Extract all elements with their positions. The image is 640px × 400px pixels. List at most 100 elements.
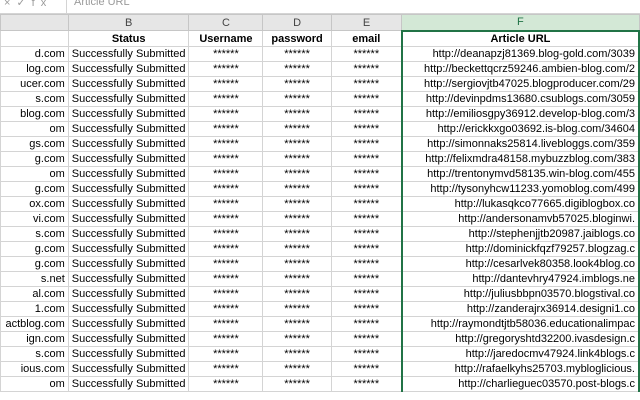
cell-site[interactable]: g.com [0,241,69,257]
cell-site[interactable]: ious.com [0,361,69,377]
cell-status[interactable]: Successfully Submitted [67,181,190,197]
cell-status[interactable]: Successfully Submitted [67,46,190,62]
cell-email[interactable]: ****** [330,196,403,212]
cell-username[interactable]: ****** [188,46,264,62]
header-cell-password[interactable]: password [262,30,332,47]
cell-username[interactable]: ****** [188,256,264,272]
cell-status[interactable]: Successfully Submitted [67,136,190,152]
cell-status[interactable]: Successfully Submitted [67,331,190,347]
cell-username[interactable]: ****** [188,346,264,362]
cell-article-url[interactable]: http://beckettqcrz59246.ambien-blog.com/… [400,61,640,77]
cell-article-url[interactable]: http://juliusbbpn03570.blogstival.co [400,286,640,302]
cell-email[interactable]: ****** [330,376,403,392]
cell-password[interactable]: ****** [262,286,332,302]
cell-article-url[interactable]: http://deanapzj81369.blog-gold.com/3039 [400,46,640,62]
cell-article-url[interactable]: http://jaredocmv47924.link4blogs.c [400,346,640,362]
cell-password[interactable]: ****** [262,331,332,347]
column-header-b[interactable]: B [67,14,190,31]
cell-site[interactable]: g.com [0,151,69,167]
confirm-icon[interactable]: ✓ [16,0,31,9]
cell-email[interactable]: ****** [330,286,403,302]
column-header-a[interactable] [0,14,69,31]
cell-site[interactable]: s.com [0,346,69,362]
cell-password[interactable]: ****** [262,301,332,317]
cell-password[interactable]: ****** [262,151,332,167]
cell-password[interactable]: ****** [262,256,332,272]
cell-status[interactable]: Successfully Submitted [67,121,190,137]
cell-status[interactable]: Successfully Submitted [67,91,190,107]
cell-password[interactable]: ****** [262,346,332,362]
cell-status[interactable]: Successfully Submitted [67,256,190,272]
cell-article-url[interactable]: http://cesarlvek80358.look4blog.co [400,256,640,272]
cell-status[interactable]: Successfully Submitted [67,271,190,287]
cell-email[interactable]: ****** [330,211,403,227]
cell-site[interactable]: vi.com [0,211,69,227]
cell-site[interactable]: ucer.com [0,76,69,92]
cell-username[interactable]: ****** [188,136,264,152]
cell-username[interactable]: ****** [188,121,264,137]
cell-username[interactable]: ****** [188,211,264,227]
cell-email[interactable]: ****** [330,136,403,152]
cell-password[interactable]: ****** [262,121,332,137]
column-header-e[interactable]: E [330,14,403,31]
cell-status[interactable]: Successfully Submitted [67,301,190,317]
cell-email[interactable]: ****** [330,331,403,347]
cell-status[interactable]: Successfully Submitted [67,286,190,302]
header-cell-email[interactable]: email [330,30,403,47]
cell-status[interactable]: Successfully Submitted [67,151,190,167]
cell-email[interactable]: ****** [330,256,403,272]
cell-email[interactable]: ****** [330,316,403,332]
cell-password[interactable]: ****** [262,166,332,182]
cell-password[interactable]: ****** [262,181,332,197]
cell-email[interactable]: ****** [330,241,403,257]
cell-password[interactable]: ****** [262,76,332,92]
cell-site[interactable]: blog.com [0,106,69,122]
cell-username[interactable]: ****** [188,106,264,122]
cell-username[interactable]: ****** [188,286,264,302]
cell-article-url[interactable]: http://rafaelkyhs25703.mybloglicious. [400,361,640,377]
cell-status[interactable]: Successfully Submitted [67,316,190,332]
cell-password[interactable]: ****** [262,211,332,227]
cell-site[interactable]: ign.com [0,331,69,347]
cell-username[interactable]: ****** [188,61,264,77]
cell-article-url[interactable]: http://zanderajrx36914.designi1.co [400,301,640,317]
cell-password[interactable]: ****** [262,91,332,107]
cell-site[interactable]: om [0,121,69,137]
cell-site[interactable]: om [0,376,69,392]
cell-email[interactable]: ****** [330,271,403,287]
cell-status[interactable]: Successfully Submitted [67,376,190,392]
cell-username[interactable]: ****** [188,331,264,347]
cell-site[interactable]: s.net [0,271,69,287]
cell-email[interactable]: ****** [330,301,403,317]
cell-username[interactable]: ****** [188,241,264,257]
header-cell-article-url[interactable]: Article URL [400,30,640,47]
header-cell-status[interactable]: Status [67,30,190,47]
cell-email[interactable]: ****** [330,226,403,242]
cell-username[interactable]: ****** [188,316,264,332]
cell-site[interactable]: actblog.com [0,316,69,332]
cell-article-url[interactable]: http://simonnaks25814.livebloggs.com/359 [400,136,640,152]
cell-article-url[interactable]: http://erickkxgo03692.is-blog.com/34604 [400,121,640,137]
cell-site[interactable]: s.com [0,91,69,107]
cell-status[interactable]: Successfully Submitted [67,106,190,122]
cell-email[interactable]: ****** [330,346,403,362]
cell-article-url[interactable]: http://stephenjjtb20987.jaiblogs.co [400,226,640,242]
cell-status[interactable]: Successfully Submitted [67,61,190,77]
cell-article-url[interactable]: http://charlieguec03570.post-blogs.c [400,376,640,392]
cell-status[interactable]: Successfully Submitted [67,211,190,227]
formula-bar-icons[interactable]: ×✓fx [4,0,52,9]
column-header-c[interactable]: C [188,14,264,31]
cell-username[interactable]: ****** [188,151,264,167]
cell-email[interactable]: ****** [330,181,403,197]
cell-status[interactable]: Successfully Submitted [67,196,190,212]
cell-email[interactable]: ****** [330,106,403,122]
cell-username[interactable]: ****** [188,361,264,377]
cell-email[interactable]: ****** [330,121,403,137]
column-header-f[interactable]: F [401,14,640,32]
cell-password[interactable]: ****** [262,271,332,287]
header-cell-username[interactable]: Username [188,30,264,47]
cell-status[interactable]: Successfully Submitted [67,361,190,377]
cell-article-url[interactable]: http://emiliosgpy36912.develop-blog.com/… [400,106,640,122]
cell-password[interactable]: ****** [262,196,332,212]
cell-password[interactable]: ****** [262,136,332,152]
